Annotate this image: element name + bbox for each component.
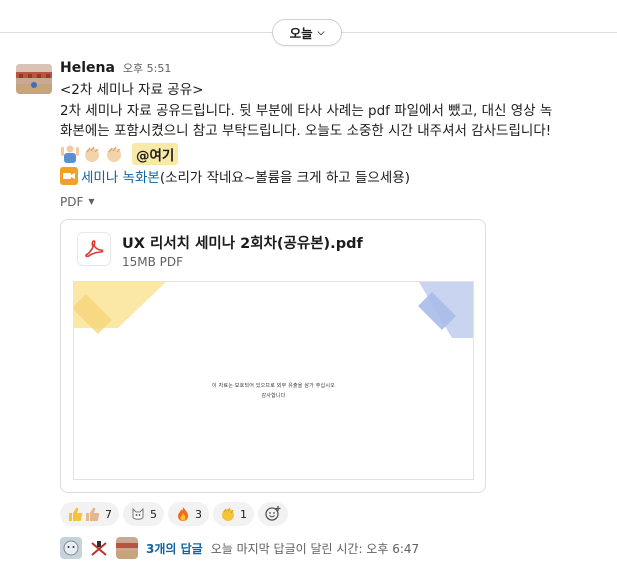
- reply-avatar: [88, 537, 110, 559]
- thumbs-up-icon: [69, 507, 100, 521]
- attachment-type-label: PDF: [60, 194, 84, 209]
- message-header: Helena 오후 5:51: [60, 60, 610, 80]
- reply-count-link[interactable]: 3개의 답글: [146, 540, 203, 557]
- pdf-preview[interactable]: 이 자료는 보호되어 있으므로 외부 유출을 삼가 주십시오 감사합니다: [73, 281, 474, 480]
- caret-down-icon: ▼: [88, 197, 95, 206]
- day-divider-label: 오늘: [289, 26, 313, 41]
- file-meta: 15MB PDF: [122, 255, 184, 269]
- clap-icon: [222, 507, 234, 521]
- reaction-count: 3: [195, 507, 202, 521]
- cat-face-icon: [132, 507, 144, 520]
- clap-icon: [82, 144, 102, 164]
- avatar[interactable]: [16, 64, 52, 94]
- recording-line: 세미나 녹화본 (소리가 작네요~볼륨을 크게 하고 들으세용): [60, 165, 610, 187]
- chevron-down-icon: ⌵: [317, 27, 325, 38]
- thread-summary[interactable]: 3개의 답글 오늘 마지막 답글이 달린 시간: 오후 6:47: [60, 537, 419, 559]
- message-time[interactable]: 오후 5:51: [123, 60, 171, 76]
- pdf-file-icon: [77, 232, 111, 266]
- preview-text-line-2: 감사합니다: [261, 393, 286, 399]
- reaction-cat[interactable]: 5: [123, 502, 164, 526]
- recording-link[interactable]: 세미나 녹화본: [81, 166, 160, 186]
- reactions-bar: 7 5 3 1: [60, 502, 288, 526]
- mention-here[interactable]: @여기: [132, 142, 179, 165]
- clap-icon: [104, 144, 124, 164]
- preview-text-line-1: 이 자료는 보호되어 있으므로 외부 유출을 삼가 주십시오: [212, 383, 335, 389]
- video-camera-icon: [60, 166, 78, 185]
- recording-note: (소리가 작네요~볼륨을 크게 하고 들으세용): [159, 169, 410, 186]
- reply-avatar: [60, 537, 82, 559]
- reaction-clap[interactable]: 1: [213, 502, 254, 526]
- emoji-line: @여기: [60, 142, 610, 165]
- author-name[interactable]: Helena: [60, 60, 115, 76]
- add-emoji-icon: [265, 506, 281, 521]
- reaction-count: 1: [240, 507, 247, 521]
- preview-decoration: [74, 282, 473, 338]
- message-body-line-1: 2차 세미나 자료 공유드립니다. 뒷 부분에 타사 사례는 pdf 파일에서 …: [60, 102, 553, 119]
- reaction-thumbs-up[interactable]: 7: [60, 502, 119, 526]
- attachment-toggle[interactable]: PDF ▼: [60, 194, 610, 210]
- message: Helena 오후 5:51 <2차 세미나 자료 공유> 2차 세미나 자료 …: [60, 60, 610, 210]
- last-reply-time: 오늘 마지막 답글이 달린 시간: 오후 6:47: [210, 541, 420, 556]
- message-title-line: <2차 세미나 자료 공유>: [60, 82, 204, 98]
- fire-icon: [178, 507, 188, 521]
- reaction-count: 7: [105, 507, 112, 521]
- reaction-count: 5: [150, 507, 157, 521]
- file-attachment-card[interactable]: UX 리서치 세미나 2회차(공유본).pdf 15MB PDF 이 자료는 보…: [60, 219, 486, 493]
- person-raising-hands-icon: [60, 144, 80, 164]
- reaction-fire[interactable]: 3: [168, 502, 209, 526]
- file-name[interactable]: UX 리서치 세미나 2회차(공유본).pdf: [122, 232, 363, 253]
- day-divider-button[interactable]: 오늘 ⌵: [272, 19, 342, 46]
- add-reaction-button[interactable]: [258, 502, 288, 526]
- reply-avatar: [116, 537, 138, 559]
- message-body-line-2: 화본에는 포함시켰으니 참고 부탁드립니다. 오늘도 소중한 시간 내주셔서 감…: [60, 123, 552, 139]
